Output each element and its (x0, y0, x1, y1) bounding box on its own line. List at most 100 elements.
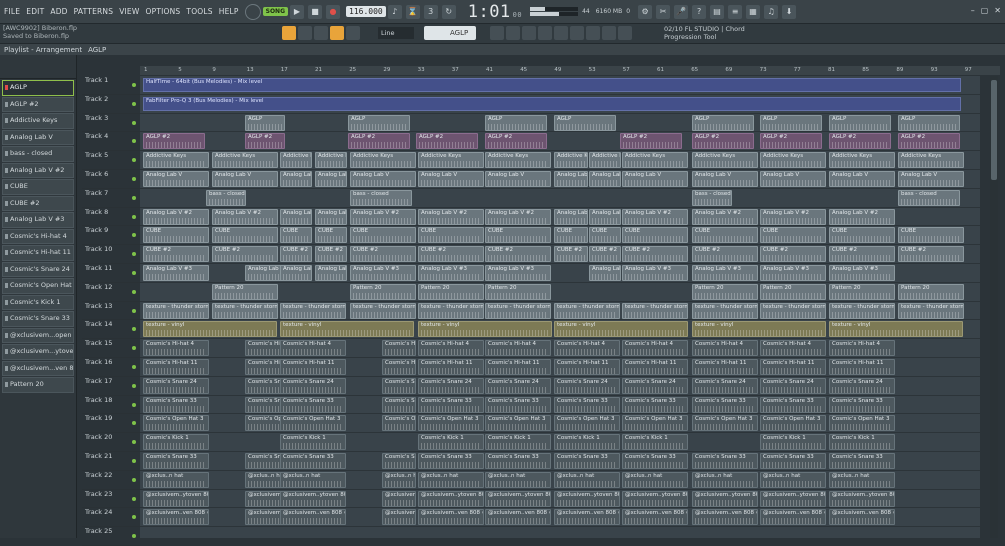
track-header[interactable]: Track 1 (82, 76, 140, 95)
pattern-clip[interactable]: Cosmic's Hi-hat 11 (829, 359, 895, 375)
channel-item[interactable]: @xclusivem...open hat (2, 327, 74, 343)
menu-view[interactable]: VIEW (119, 7, 139, 16)
pattern-clip[interactable]: Analog Lab V (589, 171, 621, 187)
link-tool-icon[interactable] (330, 26, 344, 40)
pattern-clip[interactable]: Cosmic's Kick 1 (554, 434, 620, 451)
pattern-clip[interactable]: @xclusivem..ytoven 808 (280, 490, 346, 507)
pattern-clip[interactable]: texture - thunder storm (554, 302, 620, 319)
pattern-clip[interactable]: Analog Lab V #3 (760, 265, 826, 281)
pattern-clip[interactable]: Pattern 20 (212, 283, 278, 300)
track-header[interactable]: Track 22 (82, 471, 140, 490)
pattern-clip[interactable]: @xclusivem..ytoven 808 (554, 490, 620, 507)
pattern-clip[interactable]: Cosmic's Hi-hat 4 (692, 340, 758, 357)
pattern-clip[interactable]: @xclus..n hat (418, 471, 484, 488)
channel-rack-icon[interactable]: ▦ (746, 4, 761, 19)
channel-item[interactable]: CUBE (2, 179, 74, 195)
pattern-clip[interactable]: @xclusivem..ven 808 #2 (554, 509, 620, 526)
pattern-clip[interactable]: Analog Lab V #3 (280, 265, 312, 281)
track-mute-indicator[interactable] (132, 515, 136, 520)
cut-icon[interactable]: ✂ (656, 4, 671, 19)
close-icon[interactable]: ✕ (994, 6, 1001, 15)
piano-roll-icon[interactable]: ♫ (764, 4, 779, 19)
pattern-clip[interactable]: Cosmic's Open Hat 3 (245, 415, 285, 432)
track-lane[interactable] (140, 527, 980, 538)
song-mode-toggle[interactable]: SONG (262, 7, 288, 16)
pattern-clip[interactable]: Pattern 20 (418, 283, 484, 300)
pattern-clip[interactable]: texture - thunder storm (485, 302, 551, 319)
pattern-clip[interactable]: CUBE #2 (315, 246, 347, 263)
mic-icon[interactable]: 🎤 (674, 4, 689, 19)
pattern-clip[interactable]: Cosmic's Snare 33 (829, 453, 895, 469)
channel-item[interactable]: Analog Lab V (2, 129, 74, 145)
pattern-clip[interactable]: Analog Lab V (829, 171, 895, 187)
track-mute-indicator[interactable] (132, 158, 136, 163)
pattern-clip[interactable]: Cosmic's Snare 24 (280, 377, 346, 394)
pattern-clip[interactable]: CUBE #2 (898, 246, 964, 263)
pattern-clip[interactable]: Cosmic's Snare 33 (280, 453, 346, 469)
pattern-clip[interactable]: @xclusivem..ytoven 808 (382, 490, 416, 507)
track-mute-indicator[interactable] (132, 327, 136, 332)
pattern-clip[interactable]: Cosmic's Snare 24 (692, 377, 758, 394)
channel-item[interactable]: Cosmic's Open Hat 3 (2, 278, 74, 294)
pattern-clip[interactable]: CUBE #2 (350, 246, 416, 263)
track-mute-indicator[interactable] (132, 346, 136, 351)
pattern-clip[interactable]: Addictive Keys (898, 152, 964, 169)
pattern-clip[interactable]: @xclusivem..ven 808 #2 (382, 509, 416, 526)
pattern-clip[interactable]: Cosmic's Hi-hat 4 (760, 340, 826, 357)
pattern-clip[interactable]: Cosmic's Snare 33 (143, 396, 209, 413)
menu-file[interactable]: FILE (4, 7, 20, 16)
pattern-clip[interactable]: @xclusivem..ven 808 #2 (829, 509, 895, 526)
pattern-clip[interactable]: Addictive Keys (315, 152, 347, 169)
minimize-icon[interactable]: – (971, 6, 975, 15)
pattern-clip[interactable]: Cosmic's Open Hat 3 (622, 415, 688, 432)
automation-clip[interactable]: HalfTime - 64bit (Bus Melodies) - Mix le… (143, 78, 961, 92)
pattern-clip[interactable]: Addictive Keys (829, 152, 895, 169)
track-header[interactable]: Track 11 (82, 264, 140, 283)
pattern-clip[interactable]: Cosmic's Snare 24 (485, 377, 551, 394)
pattern-clip[interactable]: @xclusivem..ytoven 808 (829, 490, 895, 507)
pattern-clip[interactable]: @xclus..n hat (143, 471, 209, 488)
brush-window-icon[interactable] (586, 26, 600, 40)
pattern-clip[interactable]: Cosmic's Snare 33 (554, 396, 620, 413)
pattern-clip[interactable]: Pattern 20 (898, 283, 964, 300)
pattern-clip[interactable]: Cosmic's Snare 24 (143, 377, 209, 394)
track-mute-indicator[interactable] (132, 364, 136, 369)
pattern-clip[interactable]: Addictive Keys (212, 152, 278, 169)
menu-tools[interactable]: TOOLS (186, 7, 212, 16)
pattern-clip[interactable]: Analog Lab V #2 (760, 208, 826, 225)
pattern-clip[interactable]: CUBE (350, 227, 416, 244)
pattern-clip[interactable]: Cosmic's Hi-hat 4 (485, 340, 551, 357)
pattern-clip[interactable]: Cosmic's Open Hat 3 (382, 415, 416, 432)
pattern-clip[interactable]: @xclusivem..ytoven 808 (692, 490, 758, 507)
menu-patterns[interactable]: PATTERNS (74, 7, 114, 16)
pattern-clip[interactable]: Cosmic's Hi-hat 11 (245, 359, 285, 375)
timeline-ruler[interactable]: 1 5 9 13 17 21 25 29 33 37 41 45 49 53 57 61 65 69 73 77 81 8… (140, 66, 1000, 75)
mixer-window-icon[interactable] (538, 26, 552, 40)
pattern-clip[interactable]: Analog Lab V (898, 171, 964, 187)
pattern-clip[interactable]: Pattern 20 (692, 283, 758, 300)
track-header[interactable]: Track 23 (82, 490, 140, 509)
pattern-clip[interactable]: Cosmic's Snare 24 (829, 377, 895, 394)
pattern-clip[interactable]: Addictive Keys (485, 152, 551, 169)
pattern-clip[interactable]: AGLP (898, 114, 960, 131)
pattern-clip[interactable]: Cosmic's Kick 1 (760, 434, 826, 451)
countdown-icon[interactable]: 3 (423, 4, 438, 19)
pattern-clip[interactable]: Analog Lab V (692, 171, 758, 187)
pattern-clip[interactable]: CUBE (898, 227, 964, 244)
pattern-clip[interactable]: CUBE #2 (829, 246, 895, 263)
pattern-clip[interactable]: Cosmic's Snare 33 (554, 453, 620, 469)
channel-item[interactable]: AGLP (2, 80, 74, 96)
pattern-clip[interactable]: @xclusivem..ytoven 808 (760, 490, 826, 507)
stamp-tool-icon[interactable] (346, 26, 360, 40)
pattern-clip[interactable]: AGLP #2 (692, 133, 754, 150)
pattern-clip[interactable]: @xclus..n hat (382, 471, 416, 488)
pattern-clip[interactable]: Cosmic's Hi-hat 11 (692, 359, 758, 375)
pattern-clip[interactable]: Analog Lab V (143, 171, 209, 187)
pattern-clip[interactable]: Cosmic's Snare 33 (760, 396, 826, 413)
channel-item[interactable]: Analog Lab V #2 (2, 162, 74, 178)
pattern-clip[interactable]: @xclusivem..ven 808 #2 (245, 509, 285, 526)
pattern-clip[interactable]: @xclusivem..ytoven 808 (245, 490, 285, 507)
maximize-icon[interactable]: ▢ (981, 6, 989, 15)
track-header[interactable]: Track 18 (82, 396, 140, 415)
pattern-clip[interactable]: bass - closed (206, 189, 246, 206)
